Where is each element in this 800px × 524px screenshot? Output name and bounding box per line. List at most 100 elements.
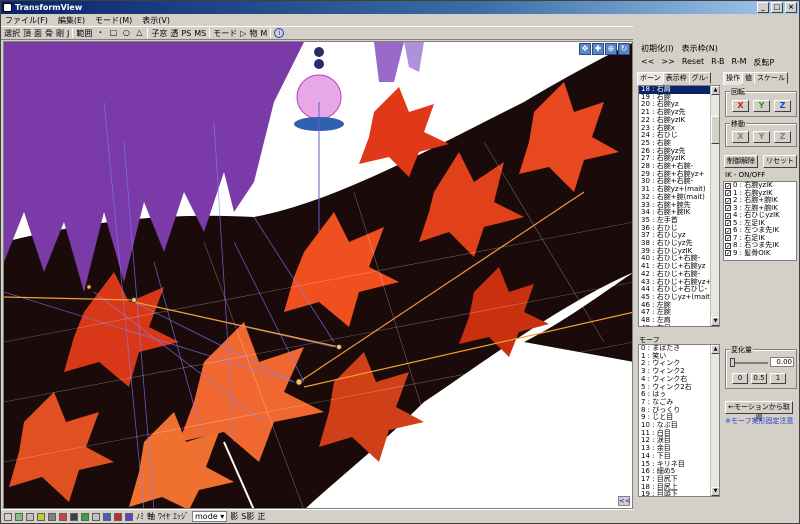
color-swatch[interactable]	[59, 512, 67, 521]
scroll-down-icon[interactable]: ▼	[711, 317, 719, 326]
tool-range[interactable]: 範囲	[76, 28, 92, 39]
color-swatch[interactable]	[48, 512, 56, 521]
color-swatch[interactable]	[15, 512, 23, 521]
bottom-ortho-toggle[interactable]: 正	[257, 511, 265, 522]
nav-prev[interactable]: <<	[641, 57, 654, 68]
scroll-thumb[interactable]	[711, 116, 719, 144]
tool-play[interactable]: ▷	[240, 29, 246, 38]
tool-triangle[interactable]: △	[134, 28, 144, 38]
tab-bone[interactable]: ボーン	[637, 72, 664, 85]
tool-transparent[interactable]: 透	[170, 28, 178, 39]
collapse-panel-button[interactable]: <<	[618, 496, 631, 506]
bottom-selfshadow-toggle[interactable]: S影	[241, 511, 254, 522]
menu-initialize[interactable]: 初期化(I)	[641, 43, 674, 54]
nav-rm[interactable]: R-M	[732, 57, 747, 68]
move-x-button[interactable]: X	[732, 131, 749, 143]
move-y-button[interactable]: Y	[753, 131, 770, 143]
ik-row[interactable]: ✓ 9 : 髪骨OIK	[724, 249, 796, 258]
3d-viewport[interactable]: ✥ ✚ ⊕ ↻ <<	[3, 41, 633, 509]
scroll-down-icon[interactable]: ▼	[711, 487, 719, 496]
nav-next[interactable]: >>	[661, 57, 674, 68]
ik-checkbox[interactable]: ✓	[725, 205, 731, 212]
morph-1-button[interactable]: 1	[770, 373, 786, 384]
menu-file[interactable]: ファイル(F)	[5, 15, 48, 26]
bone-list-scrollbar[interactable]: ▲ ▼	[710, 86, 719, 326]
morph-list-item[interactable]: 19 : 目頭下	[639, 491, 719, 496]
ik-checkbox[interactable]: ✓	[725, 212, 731, 219]
morph-slider-track[interactable]	[730, 362, 768, 364]
ik-checkbox[interactable]: ✓	[725, 197, 731, 204]
close-icon[interactable]: ×	[785, 2, 797, 13]
morph-list-scrollbar[interactable]: ▲ ▼	[710, 345, 719, 496]
rotate-x-button[interactable]: X	[732, 100, 749, 112]
tab-scale[interactable]: スケール	[754, 72, 788, 84]
tool-mode[interactable]: モード	[213, 28, 237, 39]
menu-mode[interactable]: モード(M)	[95, 15, 132, 26]
color-swatch[interactable]	[26, 512, 34, 521]
color-swatch[interactable]	[92, 512, 100, 521]
menu-edit[interactable]: 編集(E)	[58, 15, 85, 26]
menu-display-frame[interactable]: 表示枠(N)	[682, 43, 718, 54]
tool-point[interactable]: ・	[95, 28, 105, 38]
ik-checkbox[interactable]: ✓	[725, 242, 731, 249]
color-swatch[interactable]	[103, 512, 111, 521]
bottom-wire-toggle[interactable]: ﾜｲﾔ	[158, 511, 170, 522]
minimize-icon[interactable]: _	[757, 2, 769, 13]
morph-list[interactable]: 0 : まばたき 1 : 笑い 2 : ウィンク 3 : ウィンク2 4 : ウィンク右…	[638, 344, 720, 497]
control-release-button[interactable]: 制御解除	[724, 155, 758, 168]
tool-m[interactable]: M	[260, 29, 267, 38]
tool-rect[interactable]: □	[108, 28, 118, 38]
rotate-z-button[interactable]: Z	[774, 100, 791, 112]
tool-vertex[interactable]: 頂	[23, 28, 31, 39]
mode-select[interactable]: mode ▾	[192, 511, 228, 522]
tool-joint[interactable]: J	[67, 29, 69, 38]
morph-half-button[interactable]: 0.5	[751, 373, 767, 384]
reset-button[interactable]: リセット	[763, 155, 797, 168]
color-swatch[interactable]	[4, 512, 12, 521]
tool-ps[interactable]: PS	[181, 29, 191, 38]
tab-group[interactable]: グル-	[688, 72, 712, 84]
nav-rb[interactable]: R-B	[711, 57, 724, 68]
morph-value-field[interactable]: 0.00	[770, 357, 794, 367]
color-swatch[interactable]	[81, 512, 89, 521]
zoom-view-icon[interactable]: ⊕	[605, 43, 617, 55]
pan-view-icon[interactable]: ✚	[592, 43, 604, 55]
bottom-axis-toggle[interactable]: 軸	[147, 511, 155, 522]
rotate-view-icon[interactable]: ↻	[618, 43, 630, 55]
ik-checkbox[interactable]: ✓	[725, 182, 731, 189]
tool-select[interactable]: 選択	[4, 28, 20, 39]
tool-subwindow[interactable]: 子窓	[151, 28, 167, 39]
scroll-up-icon[interactable]: ▲	[711, 345, 719, 354]
nav-flip[interactable]: 反転P	[754, 57, 775, 68]
morph-0-button[interactable]: 0	[732, 373, 748, 384]
tool-physics[interactable]: 物	[249, 28, 257, 39]
tab-operation[interactable]: 操作	[723, 72, 743, 85]
ik-checkbox[interactable]: ✓	[725, 227, 731, 234]
morph-from-motion-button[interactable]: ←モーションから取得	[725, 401, 793, 422]
tool-bone[interactable]: 骨	[45, 28, 53, 39]
menu-view[interactable]: 表示(V)	[142, 15, 170, 26]
move-z-button[interactable]: Z	[774, 131, 791, 143]
bottom-shadow-toggle[interactable]: 影	[230, 511, 238, 522]
tool-ms[interactable]: MS	[194, 29, 206, 38]
nav-reset[interactable]: Reset	[682, 57, 704, 68]
bottom-normal-toggle[interactable]: ﾉﾐ	[136, 511, 144, 522]
ik-checkbox[interactable]: ✓	[725, 190, 731, 197]
tab-display-frame[interactable]: 表示枠	[662, 72, 690, 84]
maximize-icon[interactable]: □	[771, 2, 783, 13]
rotate-y-button[interactable]: Y	[753, 100, 770, 112]
color-swatch[interactable]	[70, 512, 78, 521]
color-swatch[interactable]	[114, 512, 122, 521]
tool-face[interactable]: 面	[34, 28, 42, 39]
info-icon[interactable]: i	[274, 28, 285, 38]
color-swatch[interactable]	[125, 512, 133, 521]
color-swatch[interactable]	[37, 512, 45, 521]
ik-checkbox[interactable]: ✓	[725, 250, 731, 257]
scroll-up-icon[interactable]: ▲	[711, 86, 719, 95]
tool-rigid[interactable]: 剛	[56, 28, 64, 39]
morph-slider-thumb[interactable]	[730, 358, 735, 367]
bone-list-item[interactable]: 49 : 左足	[639, 324, 719, 326]
tool-circle[interactable]: ○	[121, 28, 131, 38]
ik-checkbox[interactable]: ✓	[725, 235, 731, 242]
bone-list[interactable]: 18 : 右肩 19 : 右腕 20 : 右腕yz 21 : 右腕yz先 22 : 右腕…	[638, 85, 720, 327]
